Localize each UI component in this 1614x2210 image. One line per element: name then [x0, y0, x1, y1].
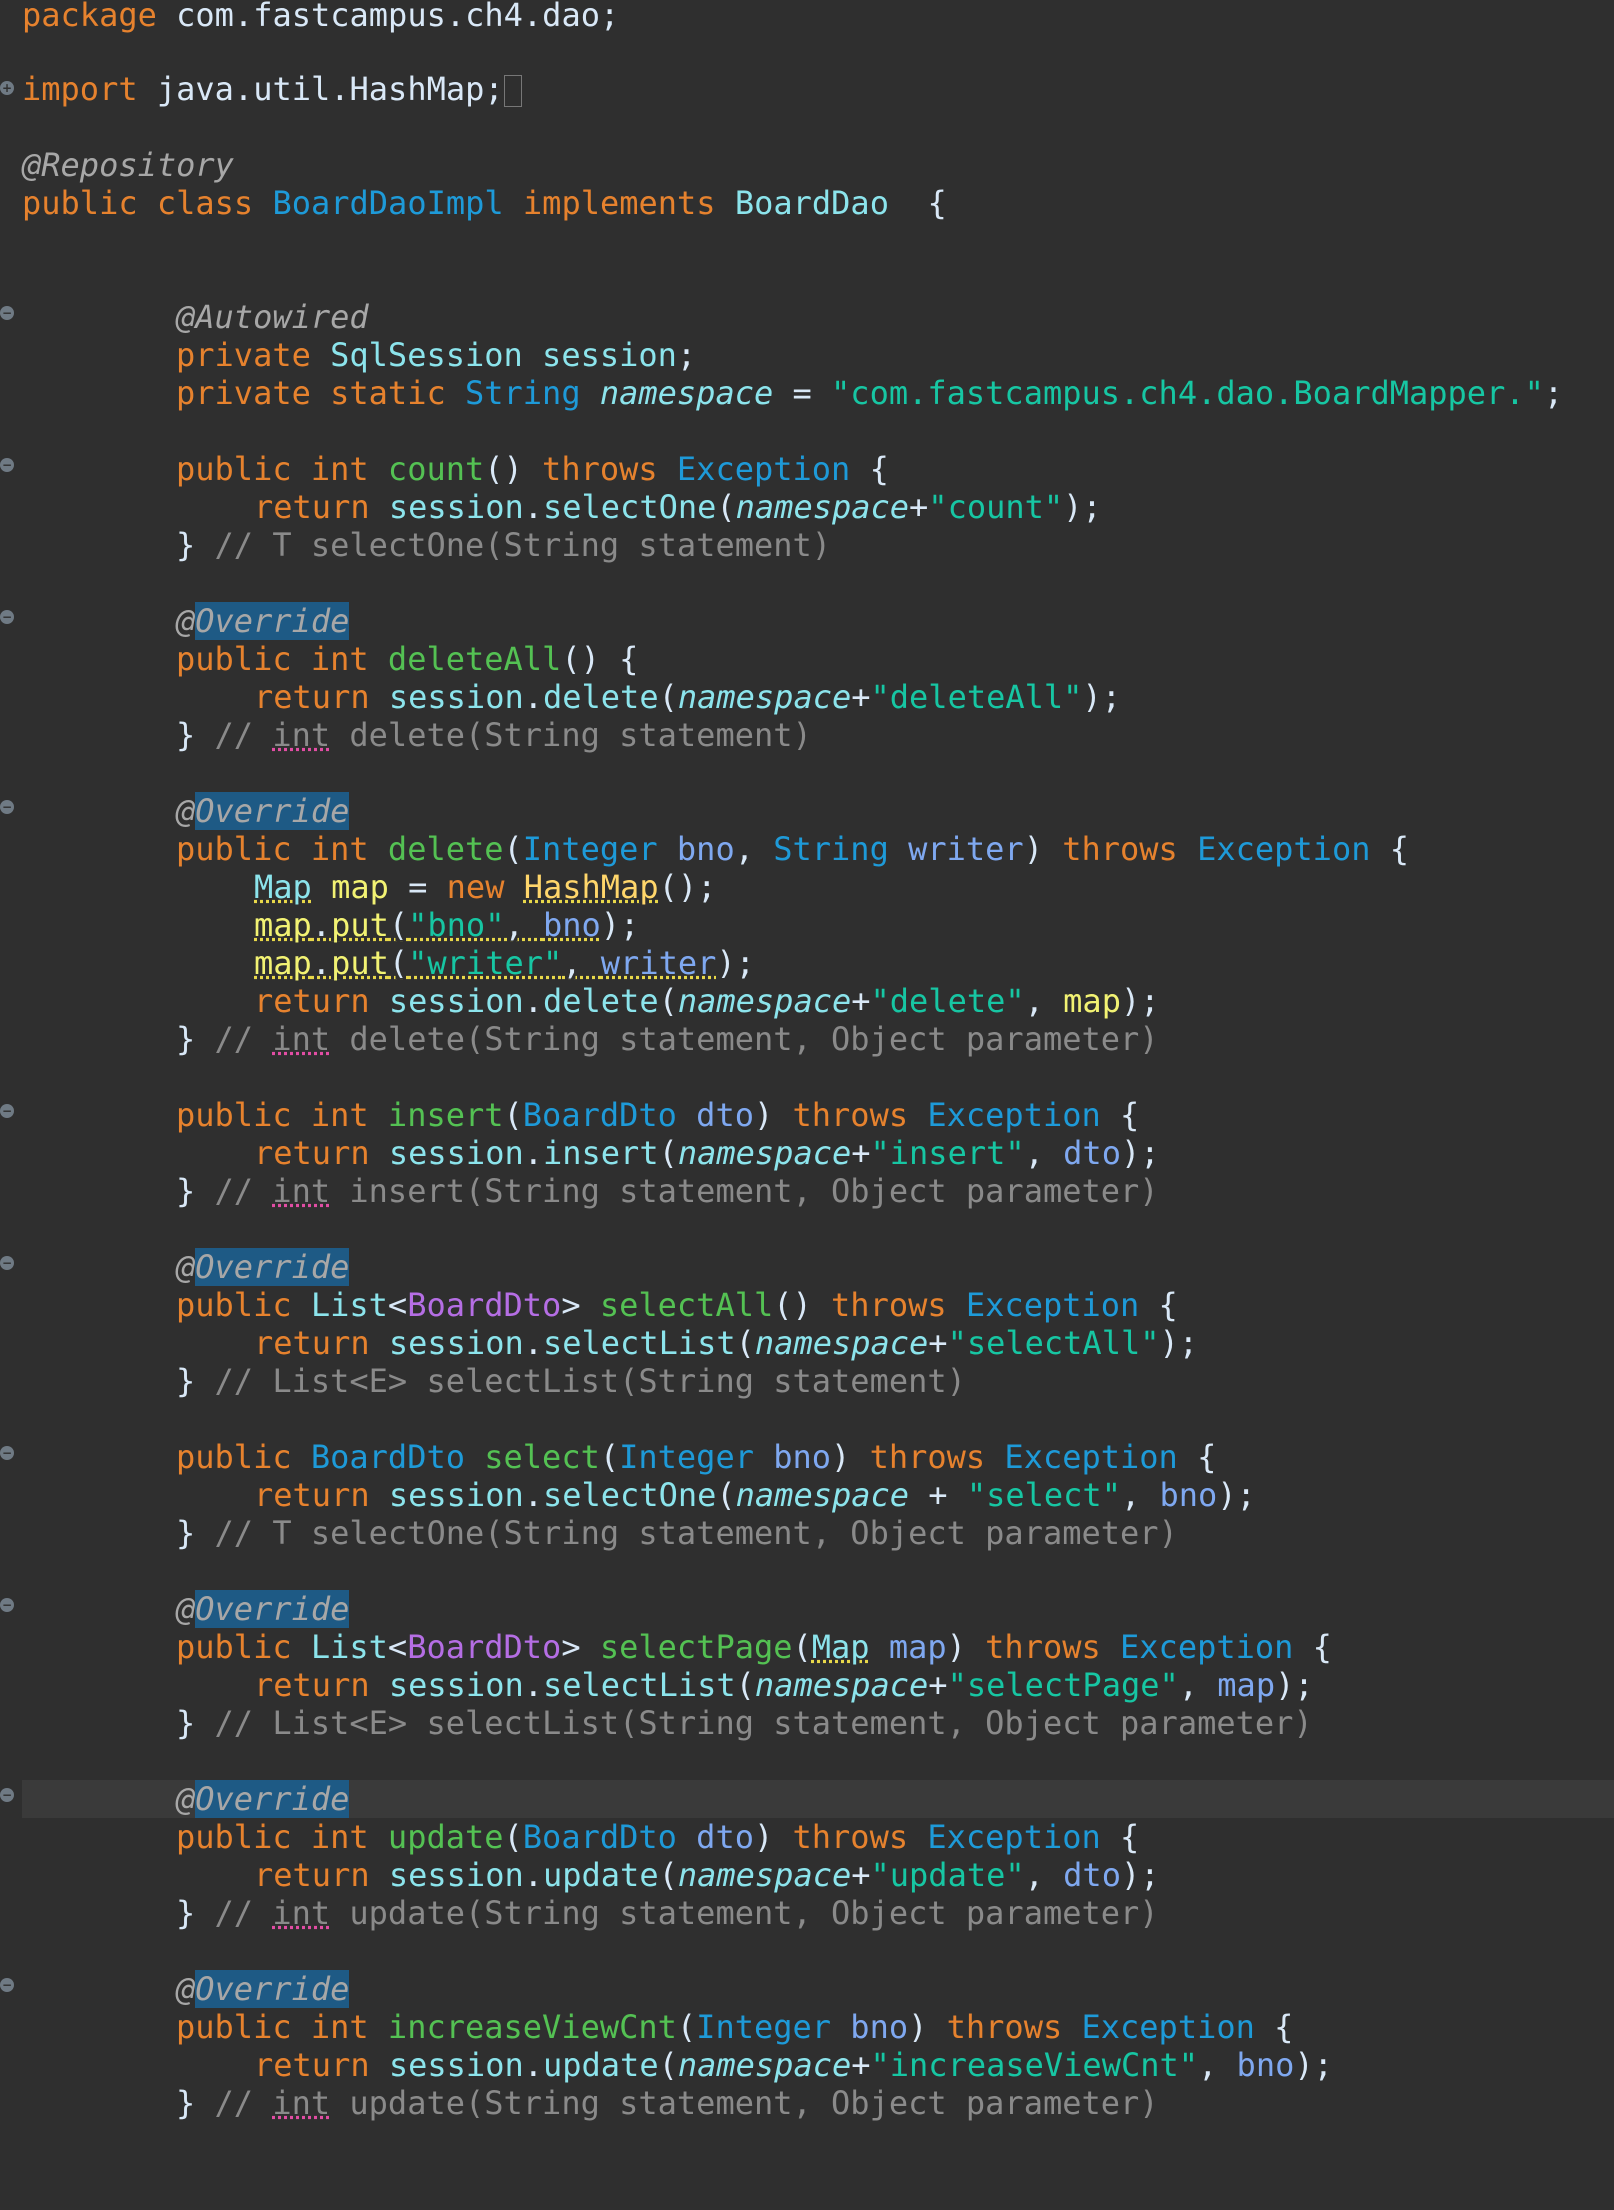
code-line-deleteall-signature: public int deleteAll() { — [176, 640, 639, 678]
code-line-select-close: } // T selectOne(String statement, Objec… — [176, 1514, 1178, 1552]
code-line-override-annotation: @Override — [176, 1970, 350, 2008]
code-line-delete-map-decl: Map map = new HashMap(); — [254, 868, 717, 906]
code-line-selectall-close: } // List<E> selectList(String statement… — [176, 1362, 966, 1400]
code-line-count-signature: public int count() throws Exception { — [176, 450, 889, 488]
fold-collapse-icon[interactable]: − — [0, 1598, 14, 1612]
code-line-override-annotation: @Override — [176, 792, 350, 830]
code-line-count-close: } // T selectOne(String statement) — [176, 526, 832, 564]
code-line-selectall-return: return session.selectList(namespace+"sel… — [254, 1324, 1199, 1362]
code-line-deleteall-return: return session.delete(namespace+"deleteA… — [254, 678, 1121, 716]
code-line-delete-put-writer: map.put("writer", writer); — [254, 944, 755, 982]
code-line-override-annotation: @Override — [176, 1248, 350, 1286]
fold-collapse-icon[interactable]: − — [0, 458, 14, 472]
code-line-delete-close: } // int delete(String statement, Object… — [176, 1020, 1159, 1058]
code-line-selectpage-signature: public List<BoardDto> selectPage(Map map… — [176, 1628, 1332, 1666]
fold-collapse-icon[interactable]: − — [0, 1256, 14, 1270]
code-line-insert-signature: public int insert(BoardDto dto) throws E… — [176, 1096, 1140, 1134]
code-line-session-field: private SqlSession session; — [176, 336, 697, 374]
fold-collapse-icon[interactable]: − — [0, 1104, 14, 1118]
code-line-import: import java.util.HashMap; — [22, 70, 522, 108]
fold-collapse-icon[interactable]: − — [0, 1446, 14, 1460]
code-line-increaseviewcnt-return: return session.update(namespace+"increas… — [254, 2046, 1333, 2084]
code-line-increaseviewcnt-close: } // int update(String statement, Object… — [176, 2084, 1159, 2122]
code-line-delete-put-bno: map.put("bno", bno); — [254, 906, 640, 944]
code-line-class-declaration: public class BoardDaoImpl implements Boa… — [22, 184, 947, 222]
code-line-override-annotation: @Override — [176, 602, 350, 640]
code-line-package: package com.fastcampus.ch4.dao; — [22, 0, 620, 34]
fold-collapse-icon[interactable]: − — [0, 306, 14, 320]
code-line-repository-annotation: @Repository — [22, 146, 234, 184]
fold-collapse-icon[interactable]: − — [0, 1788, 14, 1802]
code-line-delete-signature: public int delete(Integer bno, String wr… — [176, 830, 1409, 868]
code-line-selectpage-close: } // List<E> selectList(String statement… — [176, 1704, 1313, 1742]
code-line-autowired: @Autowired — [176, 298, 369, 336]
code-line-override-annotation: @Override — [176, 1590, 350, 1628]
code-line-select-signature: public BoardDto select(Integer bno) thro… — [176, 1438, 1217, 1476]
fold-collapse-icon[interactable]: − — [0, 800, 14, 814]
code-line-override-annotation: @Override — [176, 1780, 350, 1818]
collapsed-imports-icon[interactable] — [503, 75, 522, 107]
code-line-delete-return: return session.delete(namespace+"delete"… — [254, 982, 1160, 1020]
fold-collapse-icon[interactable]: − — [0, 1978, 14, 1992]
code-line-insert-return: return session.insert(namespace+"insert"… — [254, 1134, 1160, 1172]
code-line-count-return: return session.selectOne(namespace+"coun… — [254, 488, 1102, 526]
code-line-insert-close: } // int insert(String statement, Object… — [176, 1172, 1159, 1210]
code-line-update-signature: public int update(BoardDto dto) throws E… — [176, 1818, 1140, 1856]
fold-expand-icon[interactable]: + — [0, 81, 14, 95]
code-line-deleteall-close: } // int delete(String statement) — [176, 716, 812, 754]
code-line-update-close: } // int update(String statement, Object… — [176, 1894, 1159, 1932]
code-line-update-return: return session.update(namespace+"update"… — [254, 1856, 1160, 1894]
code-line-select-return: return session.selectOne(namespace + "se… — [254, 1476, 1256, 1514]
code-line-increaseviewcnt-signature: public int increaseViewCnt(Integer bno) … — [176, 2008, 1294, 2046]
fold-collapse-icon[interactable]: − — [0, 610, 14, 624]
code-editor[interactable]: + − − − − − − − − − − package com.fastca… — [0, 0, 1614, 2210]
code-line-selectpage-return: return session.selectList(namespace+"sel… — [254, 1666, 1314, 1704]
code-line-namespace-field: private static String namespace = "com.f… — [176, 374, 1564, 412]
code-line-selectall-signature: public List<BoardDto> selectAll() throws… — [176, 1286, 1178, 1324]
